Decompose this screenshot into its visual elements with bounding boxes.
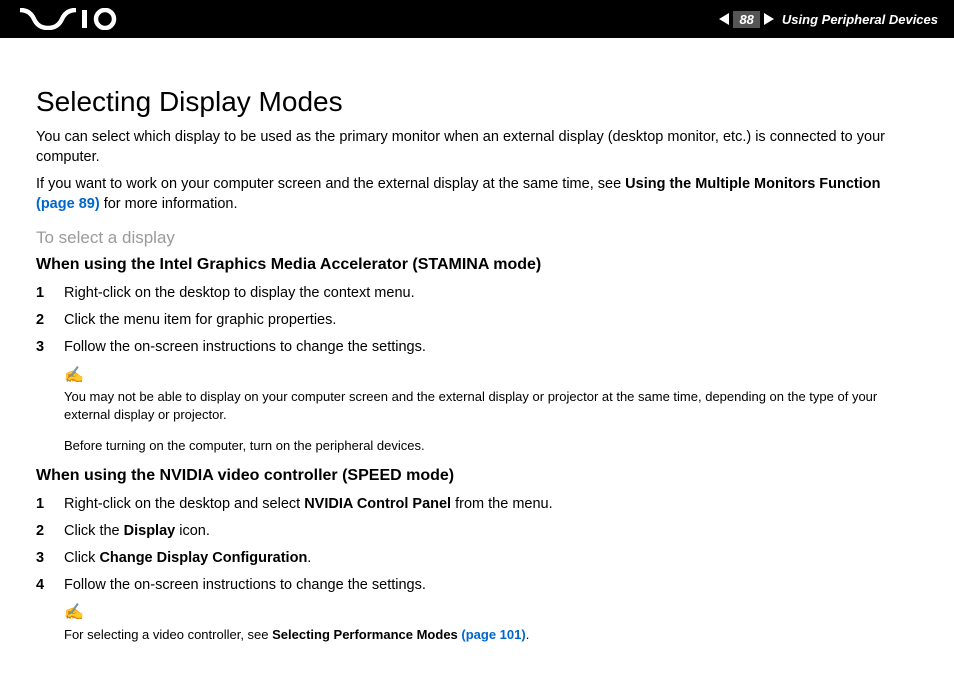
- step-number: 4: [36, 576, 64, 595]
- step-text: Right-click on the desktop to display th…: [64, 284, 415, 303]
- next-page-icon[interactable]: [764, 13, 774, 25]
- text: .: [307, 550, 311, 566]
- text: Click the: [64, 523, 124, 539]
- step-number: 2: [36, 522, 64, 541]
- step-number: 1: [36, 495, 64, 514]
- list-item: 3 Follow the on-screen instructions to c…: [36, 338, 918, 357]
- intro-paragraph-1: You can select which display to be used …: [36, 128, 918, 167]
- page-nav: 88: [719, 11, 773, 28]
- list-item: 4 Follow the on-screen instructions to c…: [36, 576, 918, 595]
- page-header: 88 Using Peripheral Devices: [0, 0, 954, 38]
- step-number: 1: [36, 284, 64, 303]
- link-label: Selecting Performance Modes: [272, 627, 458, 642]
- list-item: 1 Right-click on the desktop to display …: [36, 284, 918, 303]
- subheading-speed: When using the NVIDIA video controller (…: [36, 467, 918, 485]
- text: For selecting a video controller, see: [64, 627, 272, 642]
- step-text: Right-click on the desktop and select NV…: [64, 495, 553, 514]
- list-item: 2 Click the menu item for graphic proper…: [36, 311, 918, 330]
- text: from the menu.: [451, 496, 553, 512]
- text: If you want to work on your computer scr…: [36, 176, 625, 192]
- page-title: Selecting Display Modes: [36, 86, 918, 118]
- section-label: Using Peripheral Devices: [782, 12, 938, 27]
- steps-speed: 1 Right-click on the desktop and select …: [36, 495, 918, 594]
- page-number: 88: [733, 11, 759, 28]
- note-text: For selecting a video controller, see Se…: [64, 626, 918, 644]
- text: .: [526, 627, 530, 642]
- step-number: 2: [36, 311, 64, 330]
- vaio-logo: [20, 8, 120, 30]
- prev-page-icon[interactable]: [719, 13, 729, 25]
- bold-text: Change Display Configuration: [99, 550, 307, 566]
- subheading-stamina: When using the Intel Graphics Media Acce…: [36, 256, 918, 274]
- note-text: Before turning on the computer, turn on …: [64, 437, 918, 455]
- step-number: 3: [36, 549, 64, 568]
- page-link[interactable]: (page 89): [36, 196, 100, 212]
- subheading-to-select: To select a display: [36, 228, 918, 248]
- link-label: Using the Multiple Monitors Function: [625, 176, 880, 192]
- step-number: 3: [36, 338, 64, 357]
- list-item: 1 Right-click on the desktop and select …: [36, 495, 918, 514]
- page-content: Selecting Display Modes You can select w…: [0, 38, 954, 644]
- text: icon.: [175, 523, 210, 539]
- page-link[interactable]: (page 101): [458, 627, 526, 642]
- note-icon: ✍: [64, 602, 918, 624]
- step-text: Click the menu item for graphic properti…: [64, 311, 336, 330]
- step-text: Follow the on-screen instructions to cha…: [64, 576, 426, 595]
- bold-text: Display: [124, 523, 176, 539]
- text: Right-click on the desktop and select: [64, 496, 304, 512]
- steps-stamina: 1 Right-click on the desktop to display …: [36, 284, 918, 357]
- note-text: You may not be able to display on your c…: [64, 388, 918, 423]
- header-right: 88 Using Peripheral Devices: [719, 11, 938, 28]
- text: Click: [64, 550, 99, 566]
- intro-paragraph-2: If you want to work on your computer scr…: [36, 175, 918, 214]
- list-item: 3 Click Change Display Configuration.: [36, 549, 918, 568]
- note-icon: ✍: [64, 365, 918, 387]
- step-text: Click Change Display Configuration.: [64, 549, 311, 568]
- step-text: Click the Display icon.: [64, 522, 210, 541]
- bold-text: NVIDIA Control Panel: [304, 496, 451, 512]
- text: for more information.: [100, 196, 238, 212]
- step-text: Follow the on-screen instructions to cha…: [64, 338, 426, 357]
- list-item: 2 Click the Display icon.: [36, 522, 918, 541]
- note-block-2: ✍ For selecting a video controller, see …: [64, 602, 918, 643]
- note-block-1: ✍ You may not be able to display on your…: [64, 365, 918, 455]
